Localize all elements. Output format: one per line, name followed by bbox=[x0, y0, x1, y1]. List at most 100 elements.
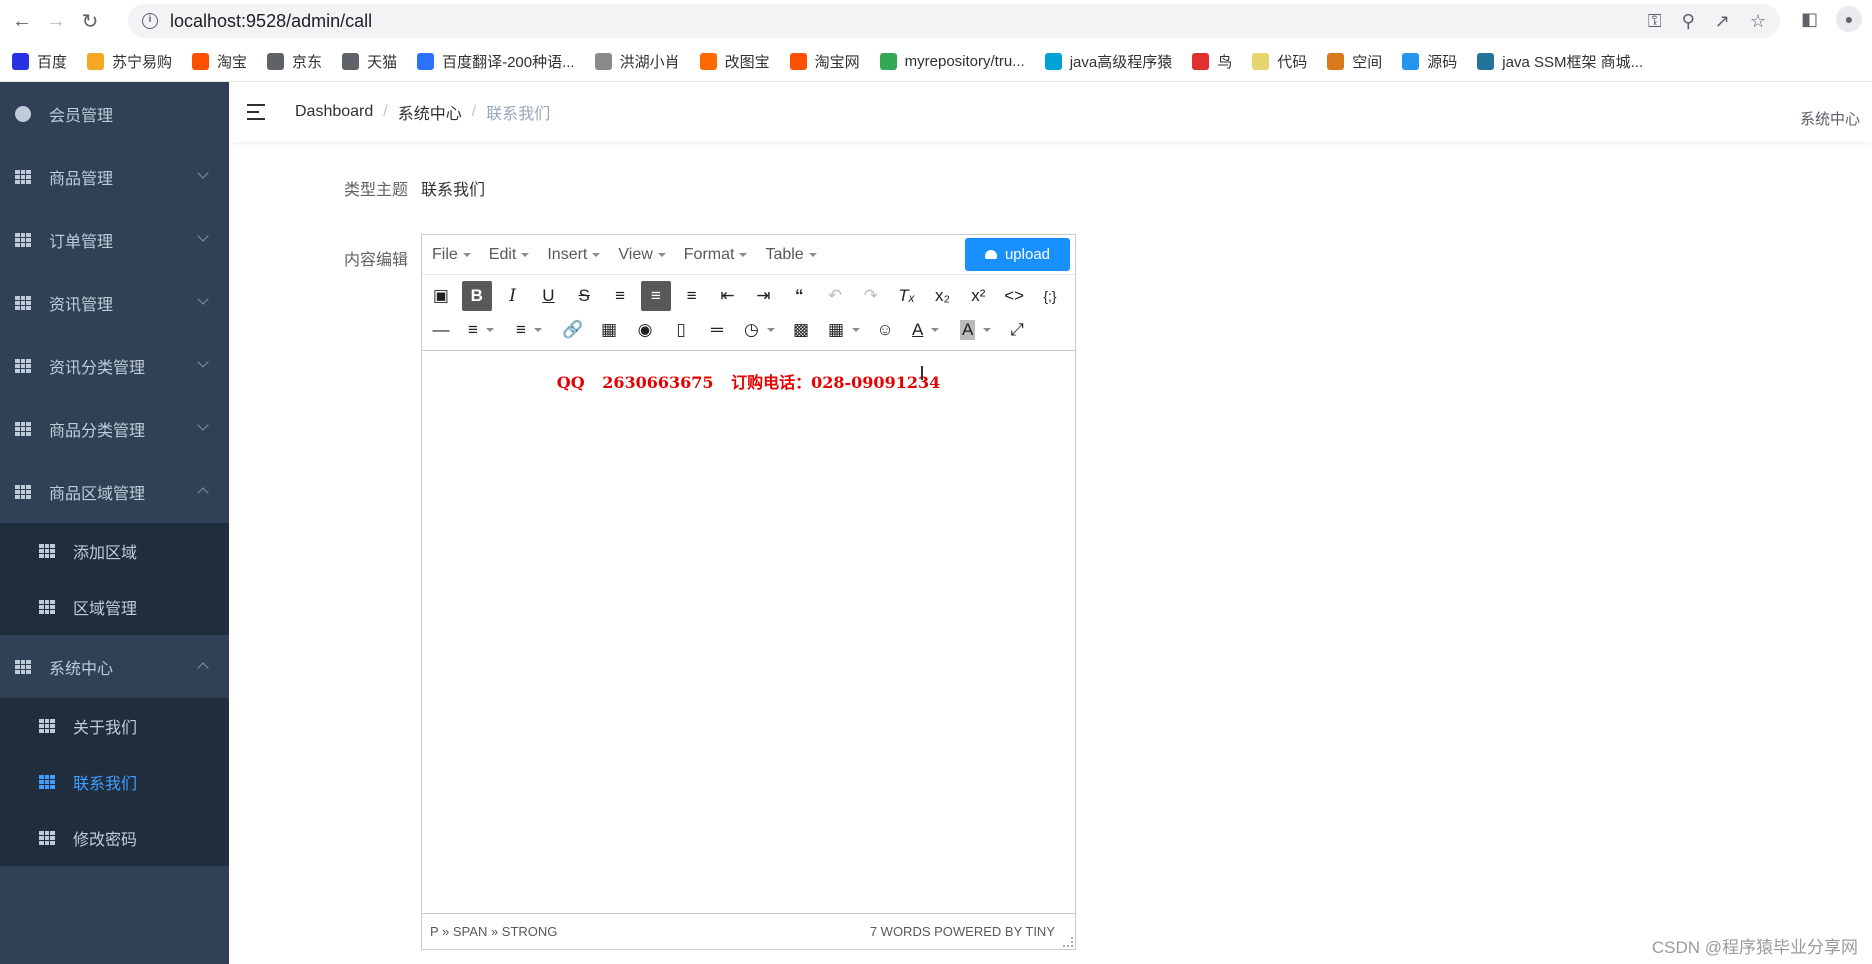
menu-format[interactable]: Format bbox=[684, 246, 748, 264]
codesample-icon[interactable]: {;} bbox=[1035, 281, 1065, 311]
sidebar-item-contact-us[interactable]: 联系我们 bbox=[0, 754, 229, 810]
fullscreen-icon[interactable]: ⤢ bbox=[1002, 315, 1032, 345]
align-right-icon[interactable]: ≡ bbox=[677, 281, 707, 311]
chevron-down-icon bbox=[197, 356, 209, 368]
sidebar-item-news[interactable]: 资讯管理 bbox=[0, 271, 229, 334]
chevron-down-icon bbox=[197, 419, 209, 431]
bookmark-item[interactable]: 改图宝 bbox=[699, 51, 770, 72]
bookmark-item[interactable]: 洪湖小肖 bbox=[594, 51, 680, 72]
subscript-icon[interactable]: x₂ bbox=[928, 281, 958, 311]
image-icon[interactable]: ▦ bbox=[594, 315, 624, 345]
bookmark-item[interactable]: java高级程序猿 bbox=[1044, 51, 1172, 72]
blockquote-icon[interactable]: “ bbox=[784, 281, 814, 311]
hamburger-icon[interactable] bbox=[247, 103, 267, 121]
sidebar-item-products[interactable]: 商品管理 bbox=[0, 145, 229, 208]
bookmark-item[interactable]: myrepository/tru... bbox=[879, 53, 1025, 70]
bookmark-item[interactable]: java SSM框架 商城... bbox=[1477, 51, 1643, 72]
preview-icon[interactable]: ◉ bbox=[630, 315, 660, 345]
bold-icon[interactable]: B bbox=[461, 281, 492, 311]
sidebar-item-members[interactable]: 会员管理 bbox=[0, 82, 229, 145]
align-center-icon[interactable]: ≡ bbox=[640, 281, 671, 311]
sidebar-item-system-center[interactable]: 系统中心 bbox=[0, 635, 229, 698]
sidebar-item-about-us[interactable]: 关于我们 bbox=[0, 698, 229, 754]
bookmark-label: 空间 bbox=[1352, 54, 1383, 71]
bookmark-item[interactable]: 天猫 bbox=[342, 51, 397, 72]
star-icon[interactable]: ☆ bbox=[1750, 11, 1766, 32]
resize-handle-icon[interactable] bbox=[1063, 937, 1073, 947]
address-bar[interactable]: i localhost:9528/admin/call ⚿ ⚲ ↗ ☆ bbox=[128, 4, 1780, 38]
emoticons-icon[interactable]: ☺ bbox=[870, 315, 900, 345]
bookmark-icon[interactable]: ▯ bbox=[666, 315, 696, 345]
italic-icon[interactable]: I bbox=[498, 281, 528, 311]
sidebar-item-product-region[interactable]: 商品区域管理 bbox=[0, 460, 229, 523]
code-icon[interactable]: <> bbox=[999, 281, 1029, 311]
table-insert-icon[interactable]: ▦ bbox=[822, 315, 864, 345]
site-info-icon[interactable]: i bbox=[142, 13, 158, 29]
bookmark-item[interactable]: 京东 bbox=[267, 51, 322, 72]
menu-table[interactable]: Table bbox=[765, 246, 817, 264]
bookmark-item[interactable]: 源码 bbox=[1402, 51, 1457, 72]
forward-icon[interactable]: → bbox=[44, 9, 68, 33]
bookmark-label: 淘宝网 bbox=[814, 54, 860, 71]
back-icon[interactable]: ← bbox=[10, 9, 34, 33]
sidebar-item-add-region[interactable]: 添加区域 bbox=[0, 523, 229, 579]
underline-icon[interactable]: U bbox=[533, 281, 563, 311]
sidebar-item-product-category[interactable]: 商品分类管理 bbox=[0, 397, 229, 460]
breadcrumb-dashboard[interactable]: Dashboard bbox=[295, 103, 373, 121]
pagebreak-icon[interactable]: ═ bbox=[702, 315, 732, 345]
menu-insert[interactable]: Insert bbox=[547, 246, 601, 264]
element-path[interactable]: P » SPAN » STRONG bbox=[430, 924, 557, 939]
nav-right-text[interactable]: 系统中心 bbox=[1800, 108, 1860, 129]
bookmark-item[interactable]: 苏宁易购 bbox=[87, 51, 172, 72]
upload-button[interactable]: upload bbox=[965, 238, 1070, 271]
bookmark-item[interactable]: 淘宝 bbox=[192, 51, 247, 72]
indent-icon[interactable]: ⇥ bbox=[748, 281, 778, 311]
align-left-icon[interactable]: ≡ bbox=[605, 281, 635, 311]
sidebar-item-label: 关于我们 bbox=[73, 720, 138, 737]
zoom-icon[interactable]: ⚲ bbox=[1682, 11, 1695, 32]
table-icon bbox=[15, 232, 31, 247]
share-icon[interactable]: ↗ bbox=[1715, 11, 1730, 32]
bookmark-item[interactable]: 空间 bbox=[1327, 51, 1382, 72]
bookmark-item[interactable]: 代码 bbox=[1252, 51, 1307, 72]
horizontal-rule-icon[interactable]: — bbox=[426, 315, 456, 345]
menu-label: Edit bbox=[488, 245, 517, 263]
insert-datetime-icon[interactable]: ◷ bbox=[738, 315, 780, 345]
strikethrough-icon[interactable]: S bbox=[569, 281, 599, 311]
editor-content-area[interactable]: QQ 2630663675 订购电话：028-09091234 bbox=[422, 351, 1075, 913]
table-icon bbox=[15, 659, 31, 674]
text-color-icon[interactable]: A bbox=[906, 315, 948, 345]
menu-view[interactable]: View bbox=[618, 246, 666, 264]
profile-avatar-icon[interactable]: ● bbox=[1836, 6, 1862, 32]
sidebar-item-orders[interactable]: 订单管理 bbox=[0, 208, 229, 271]
menu-label: File bbox=[432, 245, 458, 263]
bookmark-item[interactable]: 百度 bbox=[12, 51, 67, 72]
bookmark-item[interactable]: 鸟 bbox=[1192, 51, 1232, 72]
key-icon[interactable]: ⚿ bbox=[1648, 11, 1662, 32]
reload-icon[interactable]: ↻ bbox=[78, 9, 102, 33]
sidebar-item-change-password[interactable]: 修改密码 bbox=[0, 810, 229, 866]
background-color-icon[interactable]: A bbox=[954, 315, 996, 345]
menu-edit[interactable]: Edit bbox=[489, 246, 530, 264]
superscript-icon[interactable]: x² bbox=[963, 281, 993, 311]
media-icon[interactable]: ▩ bbox=[786, 315, 816, 345]
table-icon bbox=[15, 358, 31, 373]
sidebar-item-news-category[interactable]: 资讯分类管理 bbox=[0, 334, 229, 397]
sidebar-item-region-manage[interactable]: 区域管理 bbox=[0, 579, 229, 635]
table-icon bbox=[39, 544, 55, 558]
breadcrumb-system-center[interactable]: 系统中心 bbox=[398, 100, 462, 124]
bullet-list-icon[interactable]: ≡ bbox=[462, 315, 504, 345]
menu-file[interactable]: File bbox=[432, 246, 471, 264]
numbered-list-icon[interactable]: ≡ bbox=[510, 315, 552, 345]
clear-format-icon[interactable]: Tₓ bbox=[892, 281, 922, 311]
undo-icon[interactable]: ↶ bbox=[820, 281, 850, 311]
redo-icon[interactable]: ↷ bbox=[856, 281, 886, 311]
link-icon[interactable]: 🔗 bbox=[558, 315, 588, 345]
url-text[interactable]: localhost:9528/admin/call bbox=[170, 11, 372, 32]
sidepanel-icon[interactable]: ◧ bbox=[1801, 9, 1818, 30]
outdent-icon[interactable]: ⇤ bbox=[713, 281, 743, 311]
find-replace-icon[interactable]: ▣ bbox=[426, 281, 456, 311]
bookmark-label: myrepository/tru... bbox=[904, 53, 1025, 70]
bookmark-item[interactable]: 百度翻译-200种语... bbox=[417, 51, 575, 72]
bookmark-item[interactable]: 淘宝网 bbox=[789, 51, 860, 72]
